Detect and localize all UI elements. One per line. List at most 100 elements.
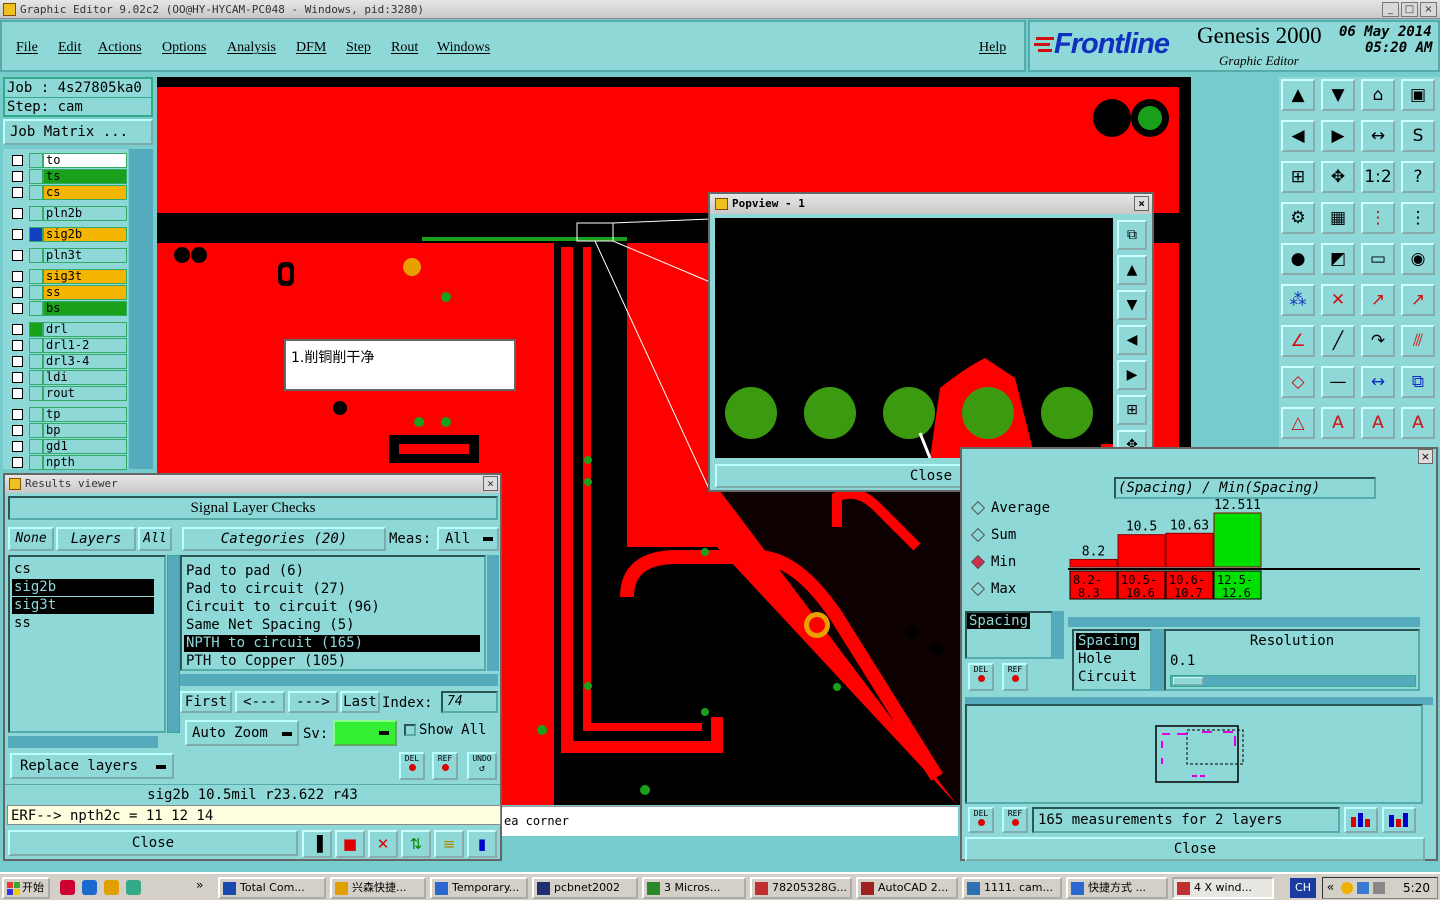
tool-button[interactable]: ⫻ xyxy=(1401,325,1435,357)
layer-name[interactable]: sig2b xyxy=(43,227,127,242)
resolution-slider[interactable] xyxy=(1170,675,1416,687)
none-button[interactable]: None xyxy=(8,527,54,551)
layer-checkbox[interactable] xyxy=(12,250,23,261)
results-layer-list[interactable]: cs sig2b sig3t ss xyxy=(8,555,166,733)
tool-button[interactable]: ∠ xyxy=(1281,325,1315,357)
menu-step[interactable]: Step xyxy=(346,40,371,56)
taskbar-button[interactable]: 兴森快捷... xyxy=(330,877,426,899)
layer-name[interactable]: to xyxy=(43,153,127,168)
tool-button[interactable]: ▼ xyxy=(1321,79,1355,111)
tool-button[interactable]: △ xyxy=(1281,407,1315,439)
layer-color-swatch[interactable] xyxy=(29,455,43,470)
media-icon[interactable] xyxy=(104,880,119,895)
first-button[interactable]: First xyxy=(180,691,232,713)
layer-checkbox[interactable] xyxy=(12,208,23,219)
taskbar-button[interactable]: Temporary... xyxy=(430,877,528,899)
tool-button[interactable]: ▣ xyxy=(1401,79,1435,111)
taskbar-button[interactable]: AutoCAD 2... xyxy=(856,877,958,899)
popview-tool-button[interactable]: ▶ xyxy=(1117,360,1147,390)
tool-button[interactable]: ✕ xyxy=(1321,284,1355,316)
annotation-note[interactable]: 1.削铜削干净 xyxy=(284,339,516,391)
layer-checkbox[interactable] xyxy=(12,171,23,182)
layer-checkbox[interactable] xyxy=(12,340,23,351)
taskbar-button[interactable]: 1111. cam... xyxy=(962,877,1062,899)
results-layer-hscroll[interactable] xyxy=(8,736,158,748)
histogram-bar[interactable] xyxy=(1117,534,1166,568)
measure-type-item[interactable]: Hole xyxy=(1076,651,1114,668)
layer-name[interactable]: cs xyxy=(43,185,127,200)
category-hscroll[interactable] xyxy=(180,674,498,686)
layer-color-swatch[interactable] xyxy=(29,423,43,438)
tool-button[interactable]: ╱ xyxy=(1321,325,1355,357)
tool-button[interactable]: ▭ xyxy=(1361,243,1395,275)
results-layer-item[interactable]: cs xyxy=(12,561,154,578)
layer-color-swatch[interactable] xyxy=(29,227,43,242)
tool-button[interactable]: ◀ xyxy=(1281,120,1315,152)
tool-button[interactable]: ↔ xyxy=(1361,366,1395,398)
last-button[interactable]: Last xyxy=(340,691,380,713)
layer-checkbox[interactable] xyxy=(12,409,23,420)
taskbar-button[interactable]: 4 X wind... xyxy=(1172,877,1274,899)
category-scrollbar[interactable] xyxy=(487,555,499,671)
layer-name[interactable]: npth xyxy=(43,455,127,470)
tool-button[interactable]: ⚙ xyxy=(1281,202,1315,234)
layer-color-swatch[interactable] xyxy=(29,301,43,316)
popview-tool-button[interactable]: ◀ xyxy=(1117,325,1147,355)
tool-button[interactable]: ● xyxy=(1281,243,1315,275)
popview-tool-button[interactable]: ⊞ xyxy=(1117,395,1147,425)
tool-button[interactable]: ⋮ xyxy=(1361,202,1395,234)
layer-name[interactable]: ldi xyxy=(43,370,127,385)
menu-file[interactable]: File xyxy=(16,40,38,56)
histogram-bar[interactable] xyxy=(1213,512,1262,568)
ie-icon[interactable] xyxy=(82,880,97,895)
tool-button[interactable]: ? xyxy=(1401,161,1435,193)
histogram-bars[interactable]: 8.2 8.2-8.3 10.5 10.5-10.6 10.63 10.6-10.7 12.… xyxy=(1068,495,1422,605)
measure-type-list[interactable]: Spacing Hole Circuit xyxy=(1072,629,1152,691)
layer-checkbox[interactable] xyxy=(12,271,23,282)
layer-name[interactable]: ss xyxy=(43,285,127,300)
tool-button[interactable]: ▲ xyxy=(1281,79,1315,111)
tool-button[interactable]: S xyxy=(1401,120,1435,152)
menu-windows[interactable]: Windows xyxy=(437,40,490,56)
results-layer-item[interactable]: sig3t xyxy=(12,597,154,614)
show-all-checkbox[interactable] xyxy=(404,724,416,736)
tool-button[interactable]: ↷ xyxy=(1361,325,1395,357)
layer-name[interactable]: drl xyxy=(43,322,127,337)
menu-analysis[interactable]: Analysis xyxy=(227,40,276,56)
chart-report-button[interactable] xyxy=(1344,807,1378,833)
histogram-chart[interactable]: (Spacing) / Min(Spacing) 8.2 8.2- 8.3 10.5 1… xyxy=(1068,469,1422,605)
category-item[interactable]: NPTH to circuit (165) xyxy=(184,635,480,652)
layer-checkbox[interactable] xyxy=(12,441,23,452)
layer-name[interactable]: rout xyxy=(43,386,127,401)
meas-select[interactable]: All xyxy=(437,527,499,551)
measure-type-item[interactable]: Circuit xyxy=(1076,669,1139,686)
layer-name[interactable]: pln2b xyxy=(43,206,127,221)
taskbar-button[interactable]: Total Com... xyxy=(218,877,326,899)
job-matrix-button[interactable]: Job Matrix ... xyxy=(3,119,153,145)
layer-color-swatch[interactable] xyxy=(29,322,43,337)
radio-diamond-icon[interactable] xyxy=(970,581,986,597)
layer-checkbox[interactable] xyxy=(12,388,23,399)
all-layers-button[interactable]: All xyxy=(138,527,172,551)
results-action-button[interactable]: ▮ xyxy=(467,830,497,858)
results-action-button[interactable]: ≡ xyxy=(434,830,464,858)
layer-checkbox[interactable] xyxy=(12,372,23,383)
radio-diamond-icon[interactable] xyxy=(970,500,986,516)
layer-name[interactable]: bs xyxy=(43,301,127,316)
tool-button[interactable]: A xyxy=(1321,407,1355,439)
language-indicator[interactable]: CH xyxy=(1290,878,1316,898)
stat-option[interactable]: Min xyxy=(970,551,1067,573)
taskbar-button[interactable]: 快捷方式 ... xyxy=(1066,877,1168,899)
tool-button[interactable]: ↗ xyxy=(1361,284,1395,316)
category-item[interactable]: Pad to circuit (27) xyxy=(184,581,480,598)
close-window-button[interactable]: × xyxy=(1420,2,1437,17)
layer-color-swatch[interactable] xyxy=(29,269,43,284)
stats-ref-button[interactable]: REF xyxy=(1002,663,1028,691)
tool-button[interactable]: ⌂ xyxy=(1361,79,1395,111)
tool-button[interactable]: A xyxy=(1361,407,1395,439)
histogram-close-button[interactable]: Close xyxy=(965,837,1425,861)
category-item[interactable]: Pad to pad (6) xyxy=(184,563,480,580)
chart-export-button[interactable] xyxy=(1382,807,1416,833)
del-button[interactable]: DEL xyxy=(399,752,425,780)
results-layer-item[interactable]: sig2b xyxy=(12,579,154,596)
